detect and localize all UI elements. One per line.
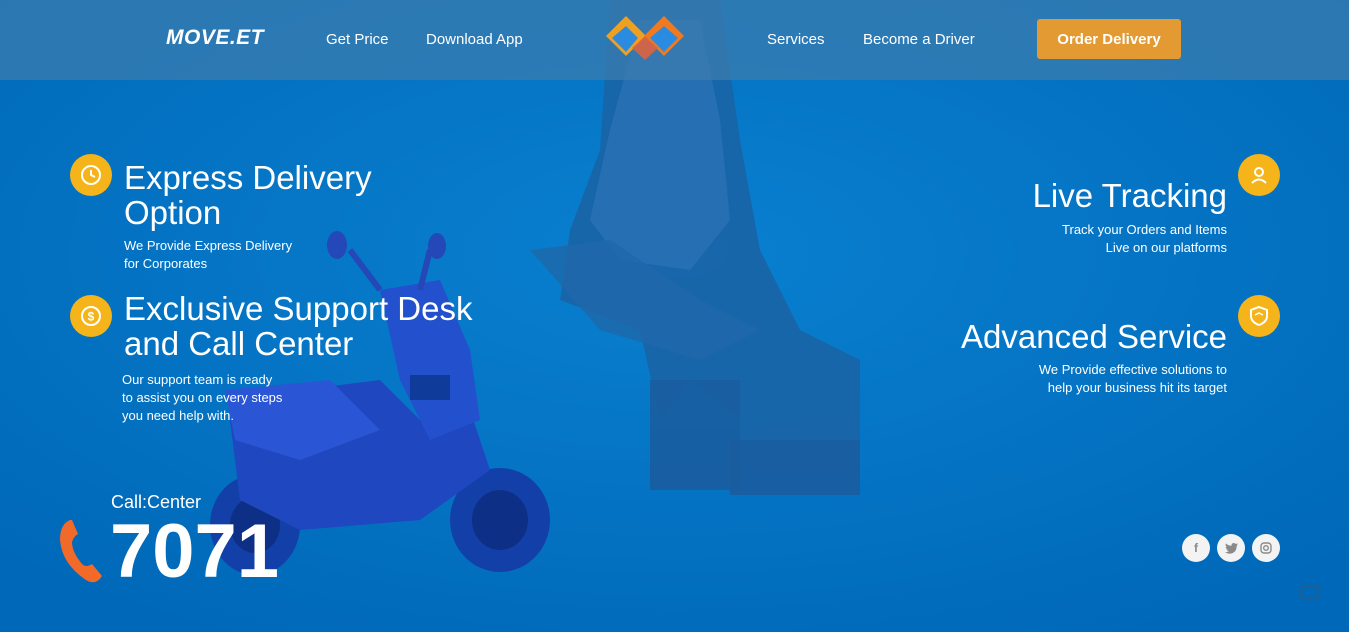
shield-icon — [1238, 295, 1280, 337]
facebook-icon[interactable]: f — [1182, 534, 1210, 562]
nav-become-driver[interactable]: Become a Driver — [863, 31, 975, 48]
phone-icon — [60, 520, 102, 583]
support-desk-desc: Our support team is ready to assist you … — [122, 372, 283, 423]
advanced-service-desc: We Provide effective solutions to help y… — [1038, 362, 1227, 395]
instagram-icon[interactable] — [1252, 534, 1280, 562]
dollar-icon: $ — [70, 295, 112, 337]
brand-logo-text[interactable]: MOVE.ET — [166, 26, 264, 50]
brand-logo-icon[interactable] — [604, 14, 686, 62]
nav-get-price[interactable]: Get Price — [326, 31, 389, 48]
express-delivery-title: Express Delivery Option — [124, 159, 372, 231]
live-tracking-desc: Track your Orders and Items Live on our … — [1062, 222, 1227, 255]
twitter-icon[interactable] — [1217, 534, 1245, 562]
user-icon — [1238, 154, 1280, 196]
nav-services[interactable]: Services — [767, 31, 825, 48]
advanced-service-title: Advanced Service — [961, 318, 1227, 355]
nav-download-app[interactable]: Download App — [426, 31, 523, 48]
support-desk-title: Exclusive Support Desk and Call Center — [124, 290, 473, 362]
order-delivery-button[interactable]: Order Delivery — [1037, 19, 1181, 59]
live-tracking-title: Live Tracking — [1032, 177, 1227, 214]
call-center-number[interactable]: 7071 — [110, 512, 279, 592]
express-delivery-desc: We Provide Express Delivery for Corporat… — [124, 238, 293, 271]
clock-icon — [70, 154, 112, 196]
svg-text:$: $ — [88, 310, 95, 324]
top-navbar: MOVE.ET Get Price Download App Services … — [0, 0, 1349, 80]
chat-icon[interactable] — [1300, 585, 1320, 599]
